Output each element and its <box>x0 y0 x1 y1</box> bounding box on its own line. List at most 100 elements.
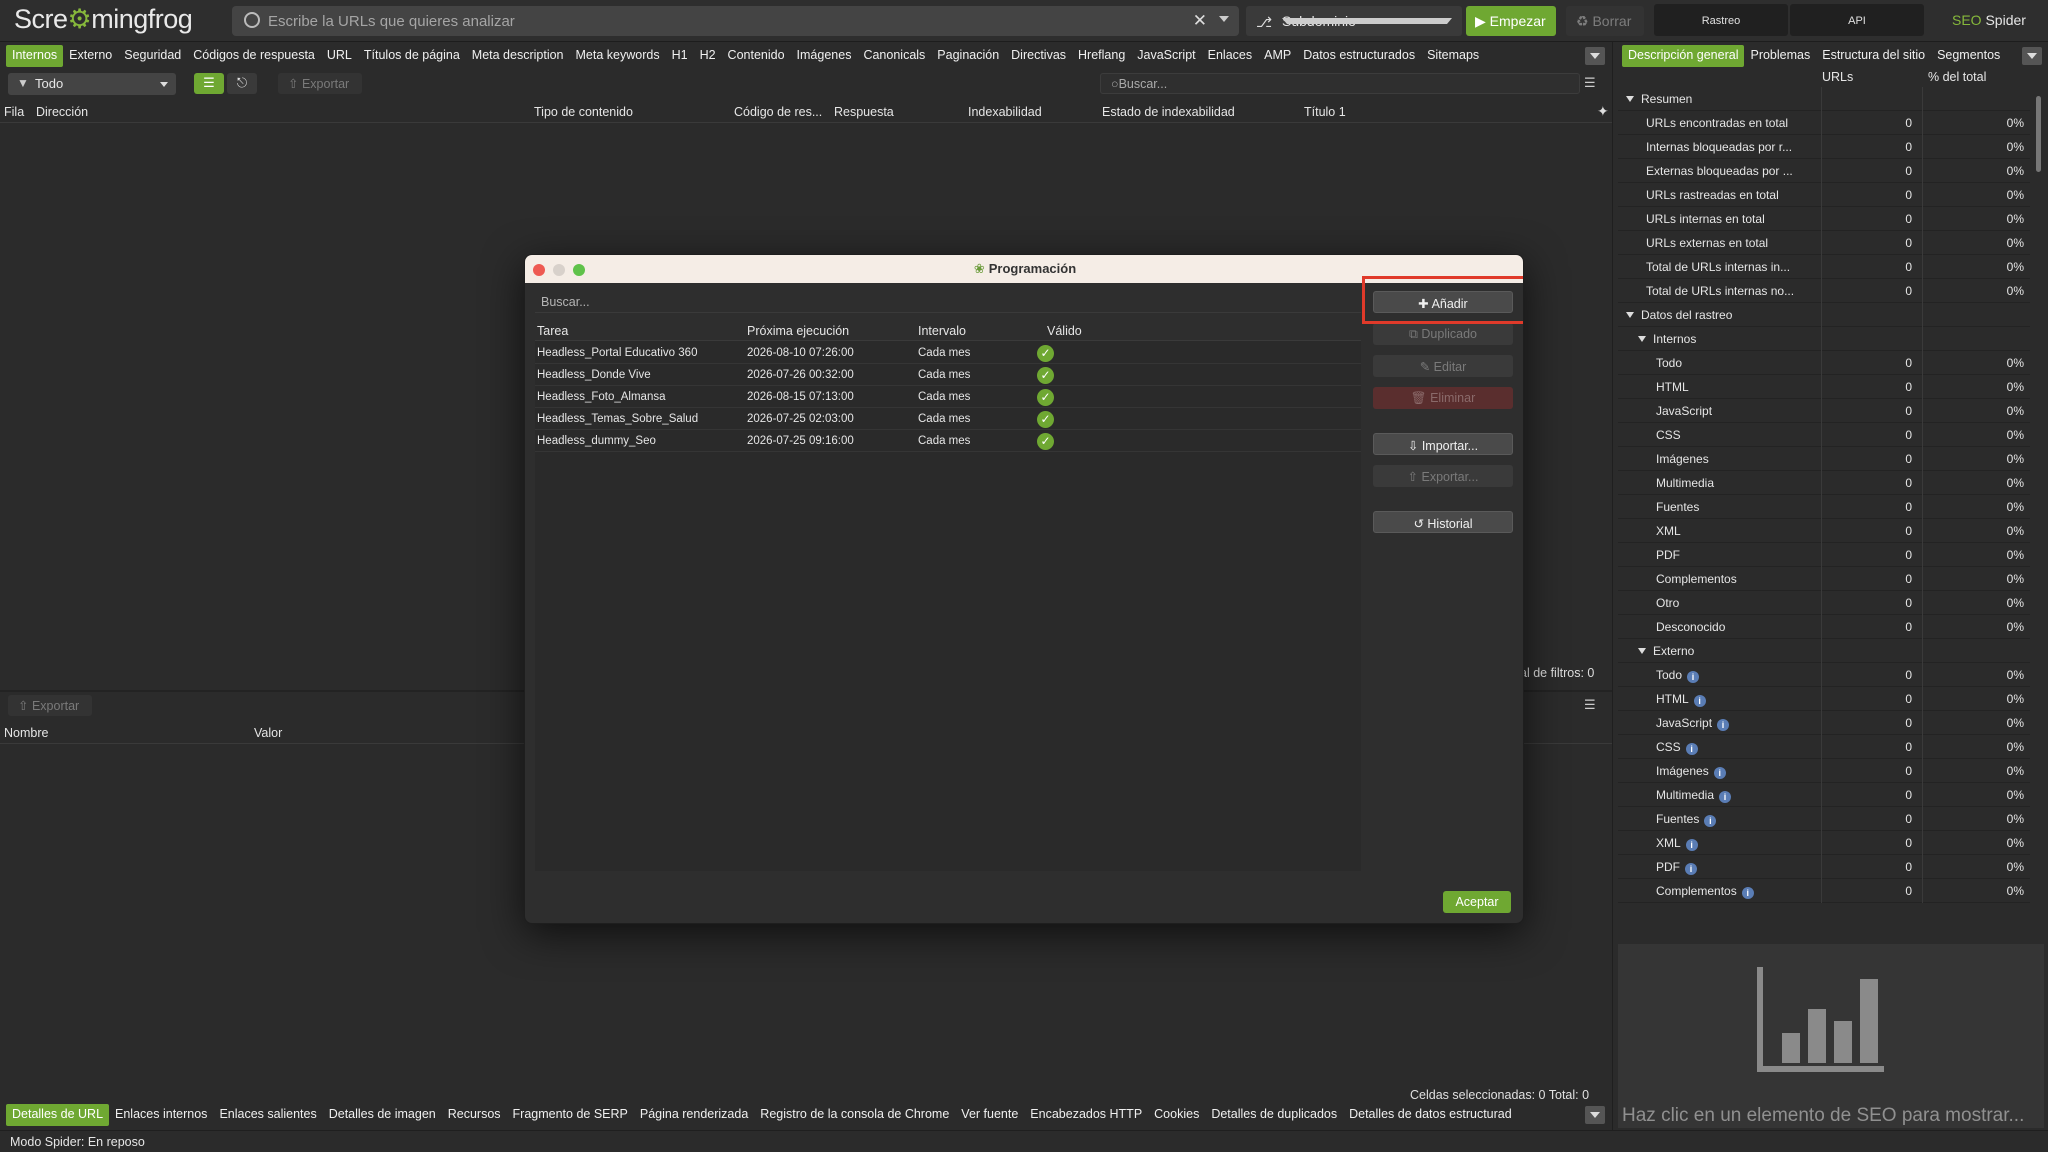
delete-button[interactable]: 🗑 Eliminar <box>1373 387 1513 409</box>
tree-row[interactable]: Total de URLs internas in... 0 0% <box>1618 255 2030 279</box>
tree-row[interactable]: XML 0 0% <box>1618 519 2030 543</box>
tree-row[interactable]: Desconocido 0 0% <box>1618 615 2030 639</box>
info-icon[interactable]: i <box>1685 839 1698 851</box>
schedule-search-input[interactable]: Buscar... <box>535 291 1361 313</box>
tree-section[interactable]: Externo <box>1618 639 2030 663</box>
tree-row[interactable]: Todo i 0 0% <box>1618 663 2030 687</box>
tree-row[interactable]: URLs encontradas en total 0 0% <box>1618 111 2030 135</box>
duplicate-button[interactable]: ⧉ Duplicado <box>1373 323 1513 345</box>
tree-row[interactable]: Todo 0 0% <box>1618 351 2030 375</box>
info-icon[interactable]: i <box>1685 863 1697 875</box>
tree-row[interactable]: PDF 0 0% <box>1618 543 2030 567</box>
right-tab-0[interactable]: Descripción general <box>1622 45 1745 67</box>
bottom-tab-2[interactable]: Enlaces salientes <box>213 1104 322 1126</box>
filter-select[interactable]: ▼ Todo <box>8 73 176 95</box>
grid-col-6[interactable]: Estado de indexabilidad <box>1102 105 1235 119</box>
info-icon[interactable]: i <box>1685 743 1698 755</box>
tab-14[interactable]: Directivas <box>1005 45 1072 67</box>
tree-row[interactable]: XML i 0 0% <box>1618 831 2030 855</box>
tab-13[interactable]: Paginación <box>931 45 1005 67</box>
tab-0[interactable]: Internos <box>6 45 64 67</box>
info-icon[interactable]: i <box>1741 887 1754 899</box>
tab-1[interactable]: Externo <box>63 45 118 67</box>
lower-export-button[interactable]: ⇧ Exportar <box>8 695 92 716</box>
bottom-tab-9[interactable]: Encabezados HTTP <box>1024 1104 1148 1126</box>
more-bottom-tabs-dropdown[interactable] <box>1585 1106 1605 1124</box>
bottom-tab-5[interactable]: Fragmento de SERP <box>507 1104 634 1126</box>
expand-triangle-icon[interactable] <box>1626 312 1634 318</box>
tree-row[interactable]: Complementos i 0 0% <box>1618 879 2030 903</box>
info-icon[interactable]: i <box>1717 719 1730 731</box>
accept-button[interactable]: Aceptar <box>1443 891 1511 913</box>
grid-col-4[interactable]: Respuesta <box>834 105 894 119</box>
schedule-row[interactable]: Headless_Donde Vive 2026-07-26 00:32:00 Ca… <box>535 364 1361 386</box>
clear-url-icon[interactable]: ✕ <box>1193 11 1207 31</box>
tree-row[interactable]: Otro 0 0% <box>1618 591 2030 615</box>
export-schedule-button[interactable]: ⇧ Exportar... <box>1373 465 1513 487</box>
export-button[interactable]: ⇧ Exportar <box>278 73 362 94</box>
bottom-tab-3[interactable]: Detalles de imagen <box>323 1104 442 1126</box>
tree-section[interactable]: Resumen <box>1618 87 2030 111</box>
right-tabs-dropdown[interactable] <box>2022 47 2042 65</box>
col-proxima[interactable]: Próxima ejecución <box>747 324 849 338</box>
tree-row[interactable]: Imágenes 0 0% <box>1618 447 2030 471</box>
right-tab-3[interactable]: Segmentos <box>1931 45 2006 67</box>
bottom-tab-11[interactable]: Detalles de duplicados <box>1205 1104 1343 1126</box>
tab-15[interactable]: Hreflang <box>1072 45 1131 67</box>
info-icon[interactable]: i <box>1693 695 1706 707</box>
tab-18[interactable]: AMP <box>1258 45 1297 67</box>
schedule-row[interactable]: Headless_Portal Educativo 360 2026-08-10 … <box>535 342 1361 364</box>
tab-5[interactable]: Títulos de página <box>358 45 466 67</box>
tree-row[interactable]: Total de URLs internas no... 0 0% <box>1618 279 2030 303</box>
lower-settings-icon[interactable]: ☰ <box>1584 697 1596 713</box>
clear-button[interactable]: ♻ Borrar <box>1566 6 1644 36</box>
bottom-tab-1[interactable]: Enlaces internos <box>109 1104 213 1126</box>
tab-10[interactable]: Contenido <box>722 45 791 67</box>
list-view-button[interactable]: ☰ <box>194 73 224 94</box>
crawl-mode-select[interactable]: ⎇ Subdominio <box>1246 6 1462 36</box>
rastreo-button[interactable]: Rastreo <box>1654 4 1788 36</box>
tree-row[interactable]: Multimedia i 0 0% <box>1618 783 2030 807</box>
column-settings-icon[interactable]: ☰ <box>1584 75 1596 91</box>
grid-col-1[interactable]: Dirección <box>36 105 88 119</box>
history-button[interactable]: ↺ Historial <box>1373 511 1513 533</box>
tree-section[interactable]: Datos del rastreo <box>1618 303 2030 327</box>
tab-11[interactable]: Imágenes <box>791 45 858 67</box>
tree-row[interactable]: CSS 0 0% <box>1618 423 2030 447</box>
grid-col-5[interactable]: Indexabilidad <box>968 105 1042 119</box>
tree-row[interactable]: URLs externas en total 0 0% <box>1618 231 2030 255</box>
info-icon[interactable]: i <box>1704 815 1717 827</box>
tab-19[interactable]: Datos estructurados <box>1297 45 1421 67</box>
tab-12[interactable]: Canonicals <box>857 45 931 67</box>
tab-2[interactable]: Seguridad <box>118 45 187 67</box>
bottom-tab-6[interactable]: Página renderizada <box>634 1104 754 1126</box>
schedule-row[interactable]: Headless_Temas_Sobre_Salud 2026-07-25 02:… <box>535 408 1361 430</box>
col-intervalo[interactable]: Intervalo <box>918 324 966 338</box>
bottom-tab-8[interactable]: Ver fuente <box>955 1104 1024 1126</box>
import-button[interactable]: ⇩ Importar... <box>1373 433 1513 455</box>
url-history-dropdown-icon[interactable] <box>1219 16 1229 22</box>
tree-row[interactable]: JavaScript i 0 0% <box>1618 711 2030 735</box>
start-button[interactable]: ▶ Empezar <box>1466 6 1556 36</box>
col-tarea[interactable]: Tarea <box>537 324 568 338</box>
url-input[interactable]: Escribe la URLs que quieres analizar ✕ <box>232 6 1239 36</box>
expand-triangle-icon[interactable] <box>1626 96 1634 102</box>
schedule-row[interactable]: Headless_dummy_Seo 2026-07-25 09:16:00 Cad… <box>535 430 1361 452</box>
edit-button[interactable]: ✎ Editar <box>1373 355 1513 377</box>
bottom-tab-12[interactable]: Detalles de datos estructurad <box>1343 1104 1518 1126</box>
tree-row[interactable]: HTML i 0 0% <box>1618 687 2030 711</box>
col-urls[interactable]: URLs <box>1822 70 1853 84</box>
tree-row[interactable]: PDF i 0 0% <box>1618 855 2030 879</box>
col-pct[interactable]: % del total <box>1928 70 1986 84</box>
tree-row[interactable]: Internas bloqueadas por r... 0 0% <box>1618 135 2030 159</box>
bottom-tab-7[interactable]: Registro de la consola de Chrome <box>754 1104 955 1126</box>
tab-16[interactable]: JavaScript <box>1131 45 1201 67</box>
bottom-tab-4[interactable]: Recursos <box>442 1104 507 1126</box>
tree-row[interactable]: Multimedia 0 0% <box>1618 471 2030 495</box>
tree-row[interactable]: URLs rastreadas en total 0 0% <box>1618 183 2030 207</box>
expand-triangle-icon[interactable] <box>1638 336 1646 342</box>
expand-triangle-icon[interactable] <box>1638 648 1646 654</box>
tree-row[interactable]: Fuentes 0 0% <box>1618 495 2030 519</box>
tree-row[interactable]: HTML 0 0% <box>1618 375 2030 399</box>
tab-9[interactable]: H2 <box>694 45 722 67</box>
